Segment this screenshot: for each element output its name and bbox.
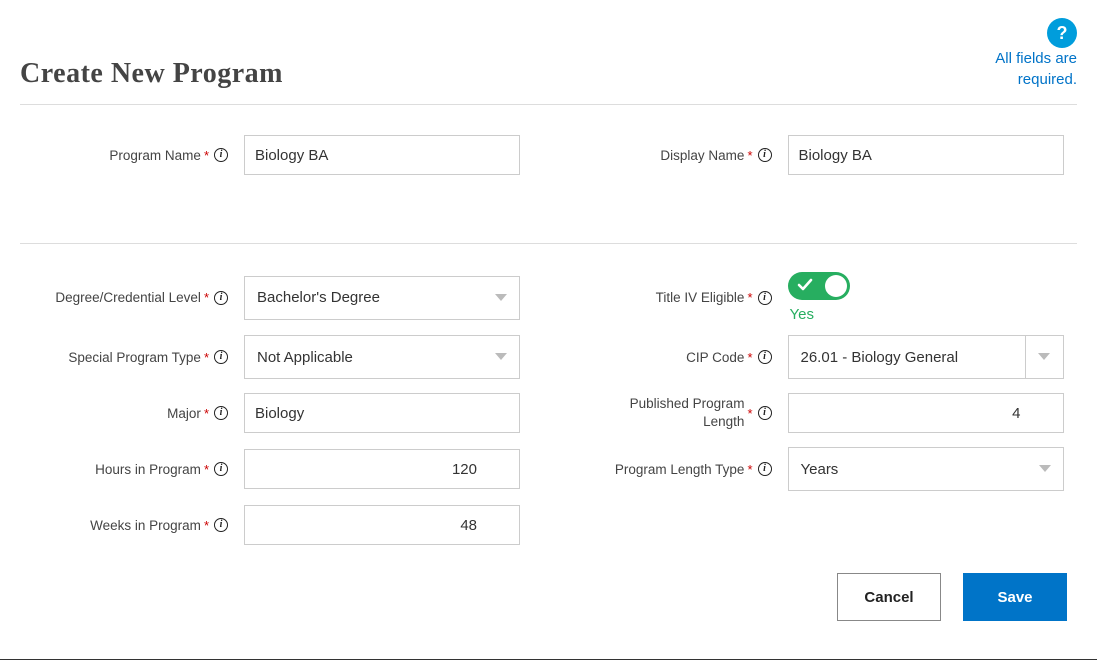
required-indicator: * xyxy=(747,290,752,305)
published-length-label: Published Program Length xyxy=(630,395,745,430)
required-note-line1: All fields are xyxy=(995,48,1077,69)
display-name-label: Display Name xyxy=(660,148,744,163)
info-icon[interactable]: i xyxy=(214,518,228,532)
program-length-type-select[interactable]: Years xyxy=(788,447,1064,491)
info-icon[interactable]: i xyxy=(214,148,228,162)
required-indicator: * xyxy=(204,406,209,421)
special-program-type-label: Special Program Type xyxy=(68,350,201,365)
chevron-down-icon xyxy=(495,353,507,361)
cip-code-select[interactable]: 26.01 - Biology General xyxy=(788,335,1064,379)
required-indicator: * xyxy=(204,148,209,163)
required-note-line2: required. xyxy=(995,69,1077,90)
program-length-type-value: Years xyxy=(801,461,1039,478)
info-icon[interactable]: i xyxy=(214,350,228,364)
check-icon xyxy=(797,277,813,293)
info-icon[interactable]: i xyxy=(214,406,228,420)
info-icon[interactable]: i xyxy=(758,148,772,162)
degree-level-label: Degree/Credential Level xyxy=(55,290,201,305)
hours-in-program-label: Hours in Program xyxy=(95,462,201,477)
title-iv-value-label: Yes xyxy=(790,306,814,323)
special-program-type-select[interactable]: Not Applicable xyxy=(244,335,520,379)
info-icon[interactable]: i xyxy=(758,291,772,305)
save-button[interactable]: Save xyxy=(963,573,1067,621)
chevron-down-icon xyxy=(495,294,507,302)
required-fields-note[interactable]: All fields are required. xyxy=(995,48,1077,90)
required-indicator: * xyxy=(204,350,209,365)
info-icon[interactable]: i xyxy=(758,462,772,476)
program-name-label: Program Name xyxy=(109,148,201,163)
info-icon[interactable]: i xyxy=(214,462,228,476)
chevron-down-icon xyxy=(1039,465,1051,473)
published-length-label-l1: Published Program xyxy=(630,396,745,411)
hours-in-program-input[interactable] xyxy=(244,449,520,489)
major-input[interactable] xyxy=(244,393,520,433)
cip-code-value: 26.01 - Biology General xyxy=(801,349,959,366)
required-indicator: * xyxy=(204,518,209,533)
page-title: Create New Program xyxy=(20,58,283,90)
program-name-input[interactable] xyxy=(244,135,520,175)
info-icon[interactable]: i xyxy=(214,291,228,305)
info-icon[interactable]: i xyxy=(758,350,772,364)
required-indicator: * xyxy=(747,148,752,163)
program-length-type-label: Program Length Type xyxy=(615,462,745,477)
title-iv-toggle[interactable] xyxy=(788,272,850,300)
toggle-knob xyxy=(825,275,847,297)
major-label: Major xyxy=(167,406,201,421)
cancel-button[interactable]: Cancel xyxy=(837,573,941,621)
cip-code-label: CIP Code xyxy=(686,350,744,365)
chevron-down-icon xyxy=(1038,353,1050,361)
special-program-type-value: Not Applicable xyxy=(257,349,495,366)
required-indicator: * xyxy=(747,350,752,365)
footer-divider xyxy=(0,659,1097,660)
required-indicator: * xyxy=(204,462,209,477)
display-name-input[interactable] xyxy=(788,135,1064,175)
required-indicator: * xyxy=(747,462,752,477)
weeks-in-program-label: Weeks in Program xyxy=(90,518,201,533)
required-indicator: * xyxy=(747,406,752,421)
help-icon: ? xyxy=(1057,23,1068,44)
required-indicator: * xyxy=(204,290,209,305)
published-length-label-l2: Length xyxy=(703,414,744,429)
weeks-in-program-input[interactable] xyxy=(244,505,520,545)
degree-level-select[interactable]: Bachelor's Degree xyxy=(244,276,520,320)
help-button[interactable]: ? xyxy=(1047,18,1077,48)
info-icon[interactable]: i xyxy=(758,406,772,420)
published-length-input[interactable] xyxy=(788,393,1064,433)
degree-level-value: Bachelor's Degree xyxy=(257,289,495,306)
title-iv-label: Title IV Eligible xyxy=(656,290,745,305)
